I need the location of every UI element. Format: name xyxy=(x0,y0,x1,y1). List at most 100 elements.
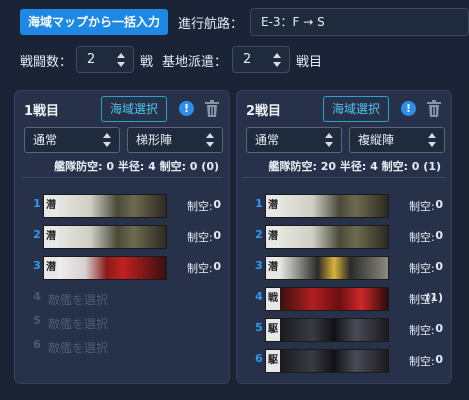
empty-ship-slot[interactable]: 5 敵艦を選択 xyxy=(15,311,229,335)
base-dispatch-select[interactable]: 2 xyxy=(232,46,290,73)
fleet-stats: 艦隊防空: 0 半径: 4 制空: 0 (0) xyxy=(54,160,219,173)
select-enemy-label: 敵艦を選択 xyxy=(48,317,109,331)
updown-arrows-icon xyxy=(428,133,436,147)
mode-value: 通常 xyxy=(33,133,58,147)
area-select-button[interactable]: 海域選択 xyxy=(101,96,167,122)
updown-arrows-icon xyxy=(206,133,214,147)
ship-index: 4 xyxy=(33,290,41,303)
import-from-map-button[interactable]: 海域マップから一括入力 xyxy=(20,9,168,35)
enemy-ship-row[interactable]: 4 戦 制空: (1) xyxy=(237,287,451,311)
enemy-ship-image: 潜 xyxy=(43,256,167,280)
ship-type-badge: 潜 xyxy=(266,226,280,248)
battles-count-select[interactable]: 2 xyxy=(76,46,134,73)
air-control-value: (1) xyxy=(425,291,443,304)
enemy-ship-image: 潜 xyxy=(265,194,389,218)
ship-type-badge: 潜 xyxy=(44,257,58,279)
air-control-value: 0 xyxy=(213,198,221,211)
enemy-ship-image: 潜 xyxy=(265,256,389,280)
enemy-ship-image: 潜 xyxy=(265,225,389,249)
enemy-ship-row[interactable]: 1 潜 制空: 0 xyxy=(237,194,451,218)
enemy-ship-row[interactable]: 2 潜 制空: 0 xyxy=(15,225,229,249)
air-control-value: 0 xyxy=(435,198,443,211)
ship-index: 5 xyxy=(255,321,263,334)
select-enemy-label: 敵艦を選択 xyxy=(48,293,109,307)
battles-suffix: 戦 xyxy=(140,55,154,70)
air-control-label: 制空: xyxy=(409,262,435,275)
air-control-value: 0 xyxy=(435,322,443,335)
air-control-value: 0 xyxy=(435,260,443,273)
base-dispatch-suffix: 戦目 xyxy=(296,55,323,70)
enemy-ship-row[interactable]: 5 駆 制空: 0 xyxy=(237,318,451,342)
updown-arrows-icon xyxy=(117,53,125,67)
area-select-button[interactable]: 海域選択 xyxy=(323,96,389,122)
battle-panel-1: 1戦目 海域選択 ! 通常 梯形陣 艦隊防空: 0 半径: 4 制空: 0 (0… xyxy=(14,90,230,384)
ship-index: 3 xyxy=(33,259,41,272)
ship-type-badge: 駆 xyxy=(266,350,280,372)
air-control-label: 制空: xyxy=(187,231,213,244)
trash-icon[interactable] xyxy=(204,100,220,118)
enemy-ship-row[interactable]: 1 潜 制空: 0 xyxy=(15,194,229,218)
formation-select[interactable]: 複縦陣 xyxy=(349,127,445,153)
enemy-ship-row[interactable]: 2 潜 制空: 0 xyxy=(237,225,451,249)
enemy-ship-image: 潜 xyxy=(43,225,167,249)
mode-select[interactable]: 通常 xyxy=(246,127,342,153)
ship-type-badge: 潜 xyxy=(266,195,280,217)
enemy-ship-image: 駆 xyxy=(265,318,389,342)
updown-arrows-icon xyxy=(103,133,111,147)
ship-type-badge: 潜 xyxy=(266,257,280,279)
ship-index: 6 xyxy=(255,352,263,365)
air-control-label: 制空: xyxy=(409,324,435,337)
air-control-label: 制空: xyxy=(409,231,435,244)
enemy-ship-row[interactable]: 3 潜 制空: 0 xyxy=(15,256,229,280)
route-select[interactable]: E-3：F → S xyxy=(250,8,469,36)
air-control-label: 制空: xyxy=(409,200,435,213)
air-control-value: 0 xyxy=(435,353,443,366)
air-control-label: 制空: xyxy=(187,262,213,275)
info-icon[interactable]: ! xyxy=(401,101,416,116)
base-dispatch-value: 2 xyxy=(243,52,252,67)
enemy-ship-image: 駆 xyxy=(265,349,389,373)
info-icon[interactable]: ! xyxy=(179,101,194,116)
battle-panel-2: 2戦目 海域選択 ! 通常 複縦陣 艦隊防空: 20 半径: 4 制空: 0 (… xyxy=(236,90,452,384)
panel-title: 1戦目 xyxy=(24,104,60,119)
formation-select[interactable]: 梯形陣 xyxy=(127,127,223,153)
divider xyxy=(243,177,445,178)
top-toolbar: 海域マップから一括入力 進行航路： E-3：F → S 戦闘数： 2 戦 基地派… xyxy=(0,0,469,90)
air-control-value: 0 xyxy=(213,260,221,273)
ship-type-badge: 駆 xyxy=(266,319,280,341)
formation-value: 複縦陣 xyxy=(358,133,395,147)
ship-index: 2 xyxy=(255,228,263,241)
enemy-ship-row[interactable]: 3 潜 制空: 0 xyxy=(237,256,451,280)
trash-icon[interactable] xyxy=(426,100,442,118)
air-control-value: 0 xyxy=(435,229,443,242)
panel-title: 2戦目 xyxy=(246,104,282,119)
ship-index: 2 xyxy=(33,228,41,241)
battles-label: 戦闘数： xyxy=(20,55,73,70)
enemy-ship-row[interactable]: 6 駆 制空: 0 xyxy=(237,349,451,373)
enemy-ship-image: 戦 xyxy=(265,287,389,311)
select-enemy-label: 敵艦を選択 xyxy=(48,341,109,355)
ship-type-badge: 潜 xyxy=(44,226,58,248)
updown-arrows-icon xyxy=(273,53,281,67)
fleet-stats: 艦隊防空: 20 半径: 4 制空: 0 (1) xyxy=(268,160,442,173)
route-label: 進行航路： xyxy=(178,17,244,32)
ship-index: 3 xyxy=(255,259,263,272)
base-dispatch-label: 基地派遣： xyxy=(162,55,228,70)
air-control-label: 制空: xyxy=(409,355,435,368)
ship-index: 1 xyxy=(33,197,41,210)
empty-ship-slot[interactable]: 6 敵艦を選択 xyxy=(15,335,229,359)
ship-index: 4 xyxy=(255,290,263,303)
ship-index: 1 xyxy=(255,197,263,210)
air-control-label: 制空: xyxy=(187,200,213,213)
formation-value: 梯形陣 xyxy=(136,133,173,147)
ship-type-badge: 潜 xyxy=(44,195,58,217)
ship-index: 6 xyxy=(33,338,41,351)
mode-value: 通常 xyxy=(255,133,280,147)
battles-count-value: 2 xyxy=(87,52,96,67)
mode-select[interactable]: 通常 xyxy=(24,127,120,153)
ship-type-badge: 戦 xyxy=(266,288,280,310)
divider xyxy=(21,177,223,178)
updown-arrows-icon xyxy=(325,133,333,147)
empty-ship-slot[interactable]: 4 敵艦を選択 xyxy=(15,287,229,311)
ship-index: 5 xyxy=(33,314,41,327)
